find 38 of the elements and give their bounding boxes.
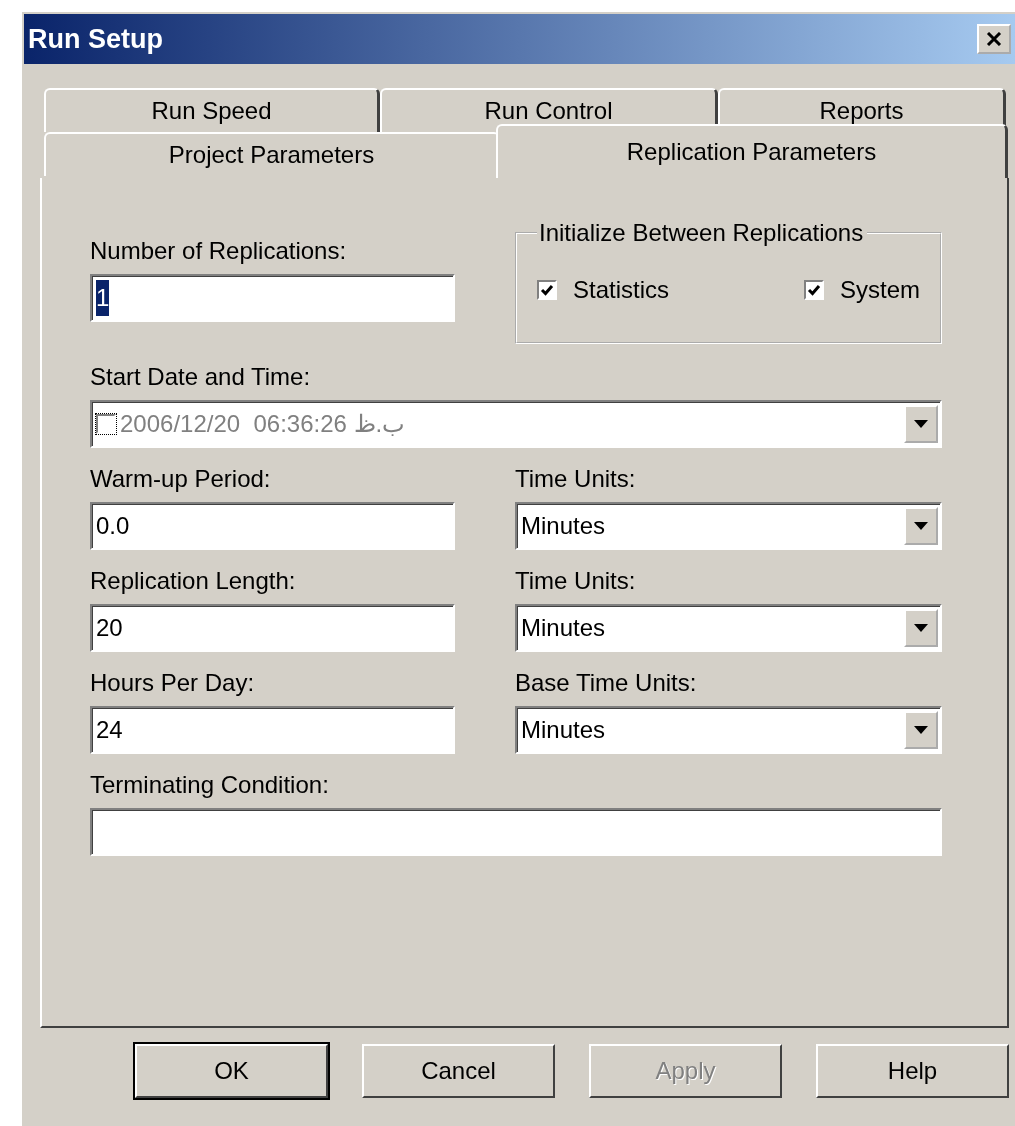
dropdown-button[interactable] (904, 609, 938, 647)
input-field[interactable]: 1 (90, 274, 455, 322)
field-label: Terminating Condition: (90, 770, 330, 800)
field-label: Replication Length: (90, 566, 297, 596)
input-field[interactable]: 0.0 (90, 502, 455, 550)
dropdown-field[interactable]: Minutes (515, 706, 942, 754)
field-label: Time Units: (515, 464, 637, 494)
dropdown-field[interactable]: Minutes (515, 604, 942, 652)
checkbox-option[interactable]: System (804, 272, 920, 308)
dropdown-button[interactable] (904, 507, 938, 545)
dropdown-field[interactable]: Minutes (515, 502, 942, 550)
checkbox-option[interactable]: Statistics (537, 272, 670, 308)
checkmark-icon (807, 283, 821, 297)
field-label: Number of Replications: (90, 236, 348, 266)
dropdown-button[interactable] (904, 711, 938, 749)
input-field[interactable] (90, 808, 942, 856)
dialog-button[interactable]: Help (816, 1044, 1009, 1098)
close-icon (986, 32, 1002, 46)
window-title: Run Setup (28, 22, 163, 56)
close-button[interactable] (977, 24, 1011, 54)
field-label: Warm-up Period: (90, 464, 272, 494)
input-field[interactable]: 24 (90, 706, 455, 754)
caret-icon (914, 522, 928, 530)
field-label: Start Date and Time: (90, 362, 312, 392)
field-label: Time Units: (515, 566, 637, 596)
caret-icon (914, 726, 928, 734)
tab[interactable]: Replication Parameters (496, 124, 1008, 178)
field-label: Hours Per Day: (90, 668, 256, 698)
checkbox[interactable] (804, 280, 824, 300)
field-label: Base Time Units: (515, 668, 698, 698)
caret-icon (914, 420, 928, 428)
dialog-button[interactable]: OK (135, 1044, 328, 1098)
input-field[interactable]: 20 (90, 604, 455, 652)
checkbox[interactable] (537, 280, 557, 300)
tab[interactable]: Run Speed (44, 88, 380, 132)
caret-icon (914, 624, 928, 632)
dialog-button[interactable]: Cancel (362, 1044, 555, 1098)
checkmark-icon (540, 283, 554, 297)
